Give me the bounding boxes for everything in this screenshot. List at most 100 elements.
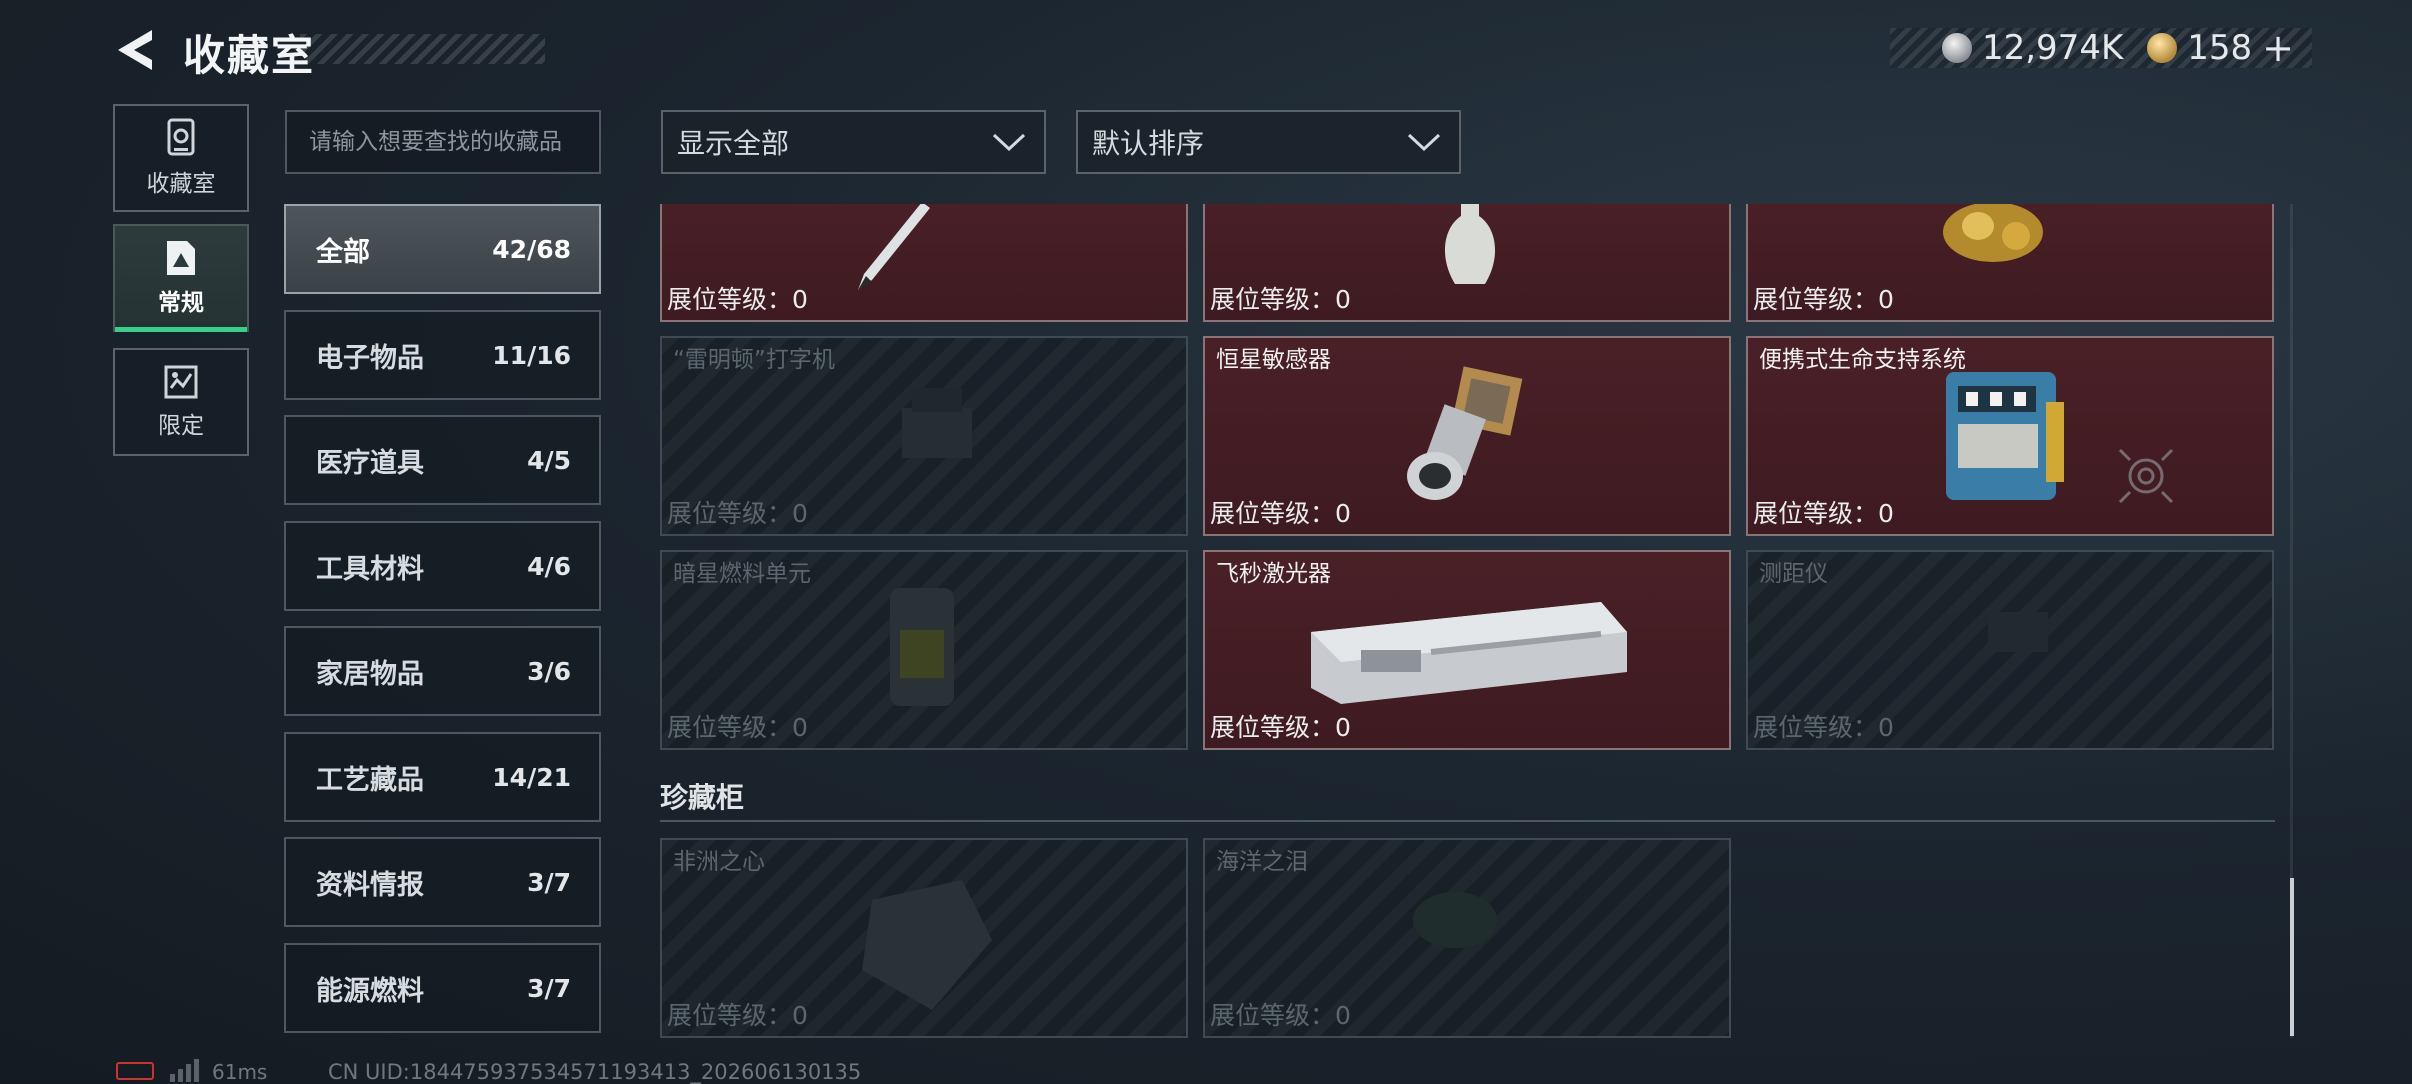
side-tab-label: 收藏室	[146, 171, 216, 197]
signal-icon	[170, 1059, 199, 1082]
uid-text: CN UID:1844759375345711934​13_2026061301…	[328, 1060, 862, 1084]
gold-statue-icon	[1943, 204, 2043, 262]
category-count: 3/6	[527, 656, 571, 686]
add-currency-button[interactable]: +	[2262, 26, 2294, 70]
collection-item[interactable]: 非洲之心 展位等级：0	[660, 838, 1188, 1038]
silver-coin-icon	[1941, 33, 1972, 63]
scrollbar-thumb[interactable]	[2290, 878, 2294, 1036]
item-name: 恒星敏感器	[1216, 347, 1331, 373]
category-name: 工艺藏品	[316, 764, 424, 796]
category-count: 4/5	[527, 445, 571, 475]
booth-level: 展位等级：0	[667, 713, 808, 742]
item-name: “雷明顿”打字机	[673, 347, 835, 373]
category-name: 医疗道具	[316, 447, 424, 479]
booth-level: 展位等级：0	[1753, 713, 1894, 742]
category-name: 资料情报	[316, 869, 424, 901]
search-input[interactable]	[285, 110, 601, 174]
collection-item[interactable]: 展位等级：0	[660, 204, 1188, 322]
category-count: 11/16	[492, 340, 571, 370]
item-name: 飞秒激光器	[1216, 561, 1331, 587]
category-name: 电子物品	[316, 342, 424, 374]
battery-icon	[116, 1062, 154, 1080]
booth-level: 展位等级：0	[1210, 1001, 1351, 1030]
star-sensor-icon	[1407, 366, 1523, 500]
booth-level: 展位等级：0	[667, 499, 808, 528]
typewriter-icon	[902, 388, 972, 458]
chevron-down-icon	[992, 133, 1026, 152]
pen-icon	[858, 204, 930, 290]
chevron-down-icon	[1407, 133, 1441, 152]
side-tab-collection[interactable]: 收藏室	[113, 104, 249, 212]
gold-coin-icon	[2147, 33, 2178, 63]
diamond-icon	[862, 880, 992, 1010]
booth-level: 展位等级：0	[667, 285, 808, 314]
filter-value: 显示全部	[677, 127, 790, 160]
category-count: 3/7	[527, 867, 571, 897]
silver-amount: 12,974K	[1981, 28, 2124, 68]
vase-icon	[1445, 204, 1495, 284]
currency-bar: 12,974K 158 +	[1890, 26, 2312, 70]
category-count: 3/7	[527, 973, 571, 1003]
booth-level: 展位等级：0	[1210, 499, 1351, 528]
booth-level: 展位等级：0	[1753, 499, 1894, 528]
category-count: 14/21	[492, 762, 571, 792]
ping-text: 61ms	[212, 1060, 268, 1084]
side-tab-label: 限定	[158, 413, 204, 439]
page-title: 收藏室	[183, 31, 316, 80]
category-name: 能源燃料	[316, 975, 424, 1007]
map-icon	[164, 365, 198, 399]
filter-dropdown[interactable]: 显示全部	[661, 110, 1046, 174]
fuel-cell-icon	[890, 588, 954, 706]
category-name: 家居物品	[316, 658, 424, 690]
category-name: 全部	[316, 236, 370, 268]
item-name: 海洋之泪	[1216, 849, 1308, 875]
category-name: 工具材料	[316, 553, 424, 585]
category-count: 42/68	[492, 234, 571, 264]
title-decoration	[300, 34, 545, 64]
back-arrow-icon[interactable]	[112, 26, 160, 74]
collection-item[interactable]: 便携式生命支持系统 展位等级：0	[1746, 336, 2274, 536]
category-electronics[interactable]: 电子物品 11/16	[284, 310, 601, 400]
sort-dropdown[interactable]: 默认排序	[1076, 110, 1461, 174]
booth-level: 展位等级：0	[1210, 285, 1351, 314]
rangefinder-icon	[1988, 612, 2048, 652]
booth-level: 展位等级：0	[1210, 713, 1351, 742]
item-name: 便携式生命支持系统	[1759, 347, 1966, 373]
showcase-section-title: 珍藏柜	[660, 781, 745, 814]
category-energy[interactable]: 能源燃料 3/7	[284, 943, 601, 1033]
collection-item[interactable]: 展位等级：0	[1746, 204, 2274, 322]
collection-item[interactable]: “雷明顿”打字机 展位等级：0	[660, 336, 1188, 536]
active-tab-indicator	[115, 327, 247, 332]
collection-item[interactable]: 展位等级：0	[1203, 204, 1731, 322]
laser-icon	[1311, 602, 1627, 704]
side-tab-regular[interactable]: 常规	[113, 224, 249, 332]
target-reticle-icon	[2118, 448, 2174, 504]
life-support-icon	[1946, 372, 2064, 500]
side-tab-label: 常规	[158, 290, 204, 316]
category-medical[interactable]: 医疗道具 4/5	[284, 415, 601, 505]
category-tools[interactable]: 工具材料 4/6	[284, 521, 601, 611]
collection-grid: 展位等级：0 展位等级：0 展位等级：0 “雷明顿”打字机 展位等级：0 恒星敏…	[660, 204, 2275, 1038]
gem-icon	[1413, 892, 1497, 948]
gold-amount: 158	[2187, 28, 2253, 68]
item-name: 非洲之心	[673, 849, 765, 875]
category-crafts[interactable]: 工艺藏品 14/21	[284, 732, 601, 822]
booth-level: 展位等级：0	[1753, 285, 1894, 314]
collection-item[interactable]: 恒星敏感器 展位等级：0	[1203, 336, 1731, 536]
collection-item[interactable]: 飞秒激光器 展位等级：0	[1203, 550, 1731, 750]
item-name: 暗星燃料单元	[673, 561, 811, 587]
category-all[interactable]: 全部 42/68	[284, 204, 601, 294]
section-divider	[660, 820, 2275, 822]
picture-icon	[167, 241, 195, 275]
booth-level: 展位等级：0	[667, 1001, 808, 1030]
sort-value: 默认排序	[1092, 127, 1205, 160]
item-name: 测距仪	[1759, 561, 1828, 587]
side-tab-limited[interactable]: 限定	[113, 348, 249, 456]
category-count: 4/6	[527, 551, 571, 581]
collection-item[interactable]: 暗星燃料单元 展位等级：0	[660, 550, 1188, 750]
category-household[interactable]: 家居物品 3/6	[284, 626, 601, 716]
collection-item[interactable]: 测距仪 展位等级：0	[1746, 550, 2274, 750]
collection-item[interactable]: 海洋之泪 展位等级：0	[1203, 838, 1731, 1038]
trophy-icon	[167, 118, 195, 156]
category-intel[interactable]: 资料情报 3/7	[284, 837, 601, 927]
